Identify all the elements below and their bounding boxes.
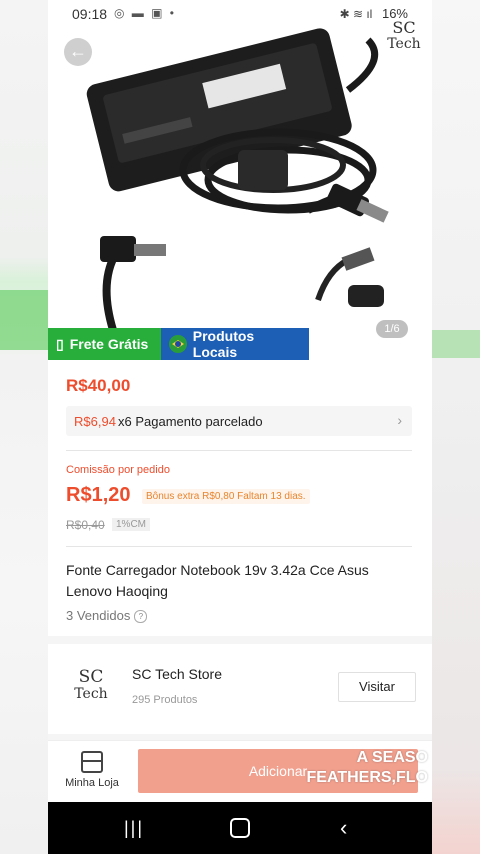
price: R$40,00 (66, 376, 131, 395)
badges: ▯ Frete Grátis Produtos Locais (48, 328, 309, 360)
visit-button[interactable]: Visitar (338, 672, 416, 702)
phone-screen: ← SC Tech 1/6 ▯ Frete Grátis Produtos Lo… (48, 0, 432, 854)
video-overlay-text: A SEASO FEATHERS,FLO (306, 749, 428, 786)
store-name: SC Tech Store (132, 666, 223, 682)
status-bar: 09:18 ◎ ▬ ▣ • ✱ ≋ ıl 16% (48, 0, 432, 28)
my-shop-button[interactable]: Minha Loja (60, 751, 124, 789)
store-card[interactable]: SC Tech SC Tech Store 295 Produtos Visit… (48, 644, 432, 734)
installment-text: x6 Pagamento parcelado (118, 414, 263, 429)
product-title: Fonte Carregador Notebook 19v 3.42a Cce … (66, 562, 369, 599)
commission-value: R$1,20 (66, 484, 131, 506)
shipping-icon: ▯ (56, 335, 64, 352)
signal-icon: ✱ ≋ ıl (339, 7, 373, 21)
chevron-right-icon: › (397, 412, 402, 428)
back-nav-icon[interactable]: ‹ (340, 815, 347, 841)
product-info: R$40,00 R$6,94 x6 Pagamento parcelado › … (48, 360, 432, 636)
bonus-badge: Bônus extra R$0,80 Faltam 13 dias. (142, 489, 310, 504)
help-icon[interactable]: ? (134, 610, 148, 624)
product-image (86, 28, 389, 330)
free-shipping-badge: ▯ Frete Grátis (48, 328, 161, 360)
brazil-flag-icon (169, 335, 187, 353)
store-products: 295 Produtos (132, 694, 198, 706)
store-icon (81, 751, 103, 773)
divider (66, 450, 412, 451)
image-counter: 1/6 (376, 320, 408, 338)
status-right: ✱ ≋ ıl 16% (340, 6, 408, 21)
status-time: 09:18 (72, 6, 108, 22)
divider (66, 546, 412, 547)
sold-count: 3 Vendidos? (66, 608, 148, 624)
system-nav-bar: ||| ‹ (48, 802, 432, 854)
store-logo: SC Tech (74, 667, 108, 702)
old-commission: R$0,40 (66, 518, 105, 532)
product-gallery[interactable]: ← SC Tech 1/6 ▯ Frete Grátis Produtos Lo… (48, 0, 432, 360)
left-backdrop (0, 0, 48, 854)
commission-label: Comissão por pedido (66, 464, 170, 476)
home-icon[interactable] (230, 818, 250, 838)
battery-level: 16% (381, 6, 408, 21)
notification-icons: ◎ ▬ ▣ • (114, 6, 177, 20)
local-products-badge: Produtos Locais (161, 328, 309, 360)
right-backdrop (432, 0, 480, 854)
installment-amount: R$6,94 (74, 414, 116, 429)
installment-row[interactable]: R$6,94 x6 Pagamento parcelado › (66, 406, 412, 436)
commission-pct: 1%CM (112, 518, 151, 531)
recent-apps-icon[interactable]: ||| (124, 818, 144, 839)
back-button[interactable]: ← (64, 38, 92, 66)
